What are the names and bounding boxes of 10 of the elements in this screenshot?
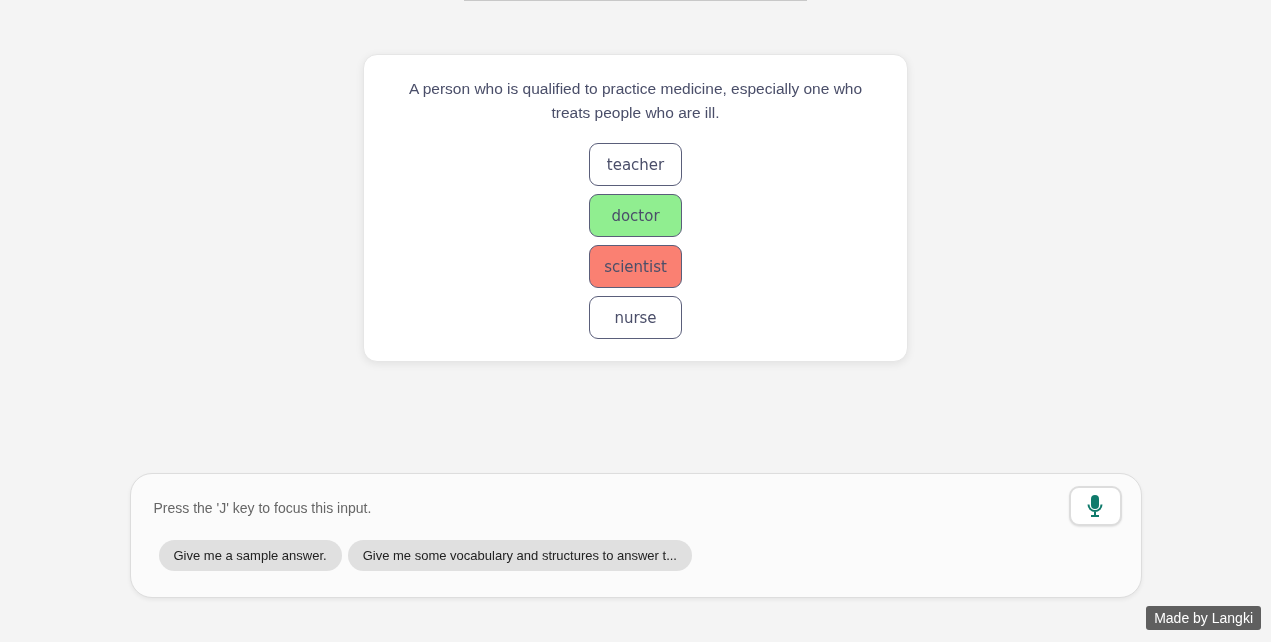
microphone-icon xyxy=(1087,495,1103,517)
message-input[interactable]: Press the 'J' key to focus this input. xyxy=(153,498,1069,518)
suggestion-chip[interactable]: Give me a sample answer. xyxy=(158,540,342,571)
answer-option[interactable]: doctor xyxy=(589,194,682,237)
answer-option[interactable]: nurse xyxy=(589,296,682,339)
suggestion-chip[interactable]: Give me some vocabulary and structures to answer t... xyxy=(347,540,692,571)
made-by-badge[interactable]: Made by Langki xyxy=(1146,606,1261,630)
answer-option[interactable]: teacher xyxy=(589,143,682,186)
question-text: A person who is qualified to practice medicine, especially one who treats people who are ill. xyxy=(407,79,864,123)
microphone-button[interactable] xyxy=(1068,486,1122,526)
